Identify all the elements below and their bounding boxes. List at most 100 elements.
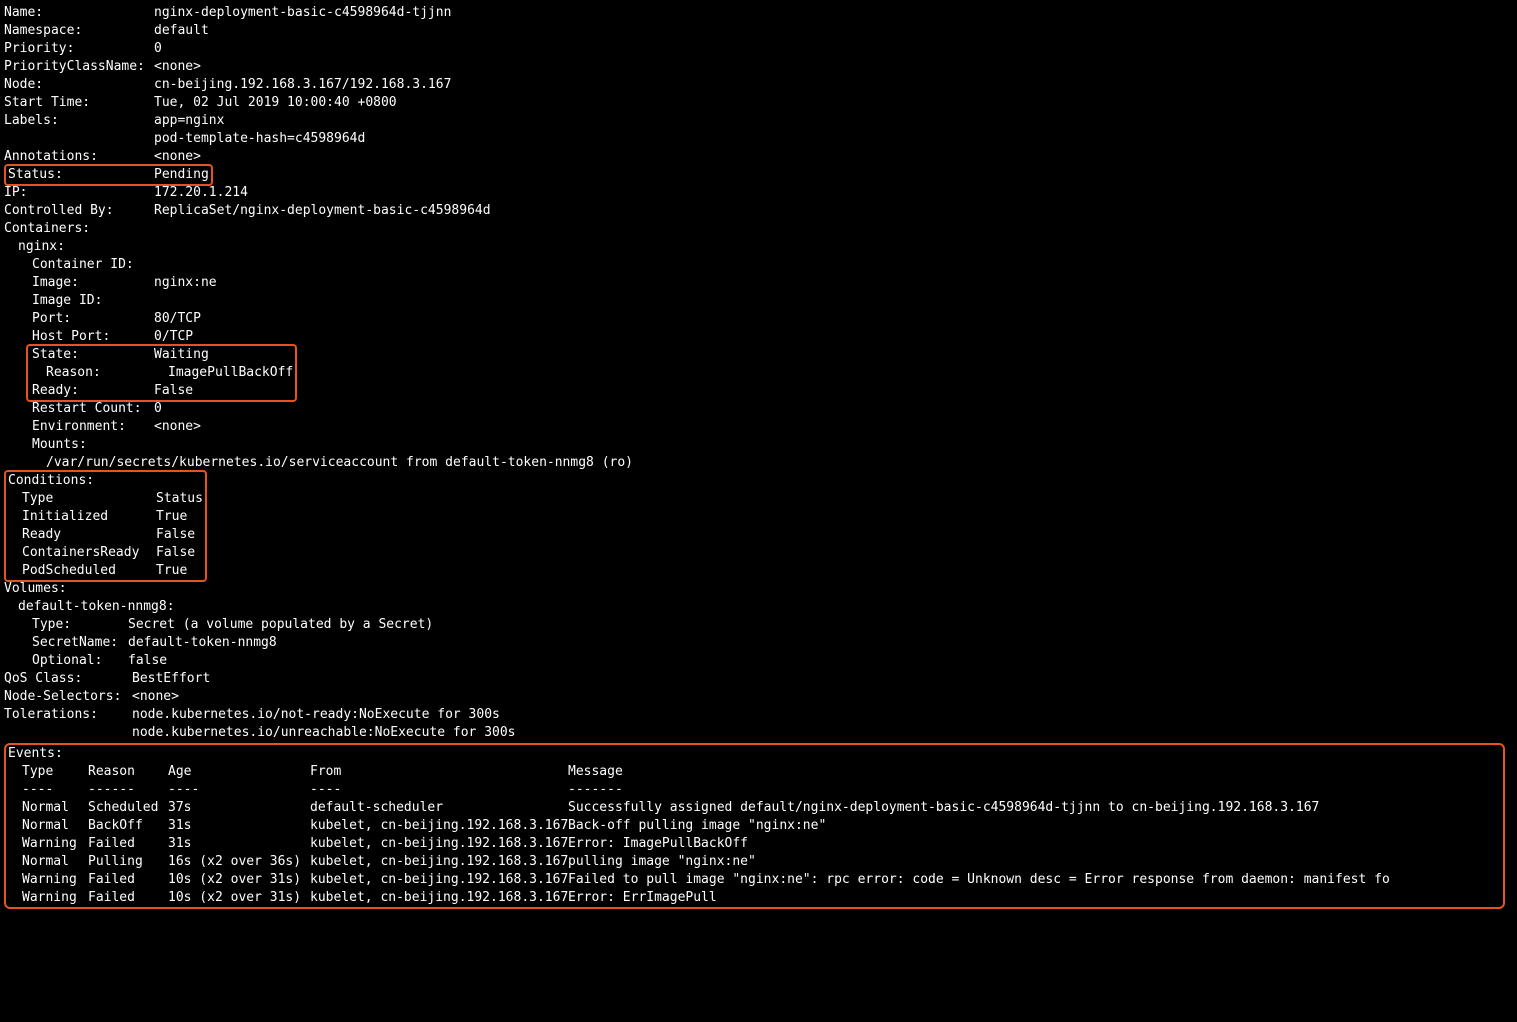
field-state: State:Waiting bbox=[30, 346, 293, 364]
field-labels: Labels:app=nginx bbox=[4, 112, 1513, 130]
volumes-header: Volumes: bbox=[4, 580, 1513, 598]
event-message: Error: ImagePullBackOff bbox=[568, 835, 748, 853]
field-node-selectors: Node-Selectors:<none> bbox=[4, 688, 1513, 706]
cond-type: Initialized bbox=[22, 508, 156, 526]
event-row: NormalBackOff31skubelet, cn-beijing.192.… bbox=[8, 817, 1501, 835]
dash: ------ bbox=[88, 781, 168, 799]
cond-type: ContainersReady bbox=[22, 544, 156, 562]
value: <none> bbox=[154, 58, 201, 76]
event-message: pulling image "nginx:ne" bbox=[568, 853, 756, 871]
field-priority: Priority:0 bbox=[4, 40, 1513, 58]
event-row: NormalPulling16s (x2 over 36s)kubelet, c… bbox=[8, 853, 1501, 871]
label: Controlled By: bbox=[4, 202, 154, 220]
event-reason: Failed bbox=[88, 871, 168, 889]
value: default-token-nnmg8 bbox=[128, 634, 277, 652]
event-type: Normal bbox=[22, 817, 88, 835]
label: Namespace: bbox=[4, 22, 154, 40]
col-type: Type bbox=[22, 763, 88, 781]
volume-optional: Optional:false bbox=[4, 652, 1513, 670]
value: BestEffort bbox=[132, 670, 210, 688]
label: Container ID: bbox=[32, 256, 154, 274]
label: Start Time: bbox=[4, 94, 154, 112]
event-reason: BackOff bbox=[88, 817, 168, 835]
volume-name: default-token-nnmg8: bbox=[4, 598, 1513, 616]
event-type: Normal bbox=[22, 799, 88, 817]
event-from: kubelet, cn-beijing.192.168.3.167 bbox=[310, 853, 568, 871]
highlight-status: Status:Pending bbox=[4, 164, 213, 186]
value: false bbox=[128, 652, 167, 670]
field-container-id: Container ID: bbox=[4, 256, 1513, 274]
field-restart-count: Restart Count:0 bbox=[4, 400, 1513, 418]
event-from: kubelet, cn-beijing.192.168.3.167 bbox=[310, 889, 568, 907]
event-from: kubelet, cn-beijing.192.168.3.167 bbox=[310, 871, 568, 889]
field-qos: QoS Class:BestEffort bbox=[4, 670, 1513, 688]
value: node.kubernetes.io/unreachable:NoExecute… bbox=[132, 724, 516, 742]
label: Image: bbox=[32, 274, 154, 292]
event-age: 31s bbox=[168, 817, 310, 835]
mount-path: /var/run/secrets/kubernetes.io/serviceac… bbox=[4, 454, 1513, 472]
field-annotations: Annotations:<none> bbox=[4, 148, 1513, 166]
value: <none> bbox=[154, 418, 201, 436]
label: State: bbox=[30, 346, 154, 364]
field-image: Image:nginx:ne bbox=[4, 274, 1513, 292]
event-row: WarningFailed10s (x2 over 31s)kubelet, c… bbox=[8, 871, 1501, 889]
value: node.kubernetes.io/not-ready:NoExecute f… bbox=[132, 706, 500, 724]
label: Environment: bbox=[32, 418, 154, 436]
col-from: From bbox=[310, 763, 568, 781]
field-controlled-by: Controlled By:ReplicaSet/nginx-deploymen… bbox=[4, 202, 1513, 220]
value: 172.20.1.214 bbox=[154, 184, 248, 202]
value: ReplicaSet/nginx-deployment-basic-c45989… bbox=[154, 202, 491, 220]
event-age: 37s bbox=[168, 799, 310, 817]
dash: ---- bbox=[168, 781, 310, 799]
event-message: Error: ErrImagePull bbox=[568, 889, 717, 907]
container-name: nginx: bbox=[4, 238, 1513, 256]
event-type: Warning bbox=[22, 835, 88, 853]
label bbox=[4, 724, 132, 742]
value: 80/TCP bbox=[154, 310, 201, 328]
highlight-state: State:Waiting Reason:ImagePullBackOff Re… bbox=[26, 344, 297, 402]
event-reason: Failed bbox=[88, 835, 168, 853]
field-ip: IP:172.20.1.214 bbox=[4, 184, 1513, 202]
event-from: kubelet, cn-beijing.192.168.3.167 bbox=[310, 835, 568, 853]
conditions-cols: TypeStatus bbox=[8, 490, 203, 508]
highlight-events: Events: Type Reason Age From Message ---… bbox=[4, 743, 1505, 909]
field-status: Status:Pending bbox=[8, 166, 209, 184]
col-status: Status bbox=[156, 490, 203, 508]
label: Image ID: bbox=[32, 292, 154, 310]
highlight-conditions: Conditions: TypeStatus InitializedTrue R… bbox=[4, 470, 207, 582]
cond-status: True bbox=[156, 508, 187, 526]
field-reason: Reason:ImagePullBackOff bbox=[30, 364, 293, 382]
label: Tolerations: bbox=[4, 706, 132, 724]
event-row: WarningFailed10s (x2 over 31s)kubelet, c… bbox=[8, 889, 1501, 907]
value: nginx:ne bbox=[154, 274, 217, 292]
field-start-time: Start Time:Tue, 02 Jul 2019 10:00:40 +08… bbox=[4, 94, 1513, 112]
value: Waiting bbox=[154, 346, 209, 364]
value: nginx-deployment-basic-c4598964d-tjjnn bbox=[154, 4, 451, 22]
events-dashes: ---- ------ ---- ---- ------- bbox=[8, 781, 1501, 799]
label: Reason: bbox=[30, 364, 168, 382]
condition-row: ContainersReadyFalse bbox=[8, 544, 203, 562]
value: <none> bbox=[132, 688, 179, 706]
event-from: kubelet, cn-beijing.192.168.3.167 bbox=[310, 817, 568, 835]
value: False bbox=[154, 382, 193, 400]
event-age: 31s bbox=[168, 835, 310, 853]
field-name: Name:nginx-deployment-basic-c4598964d-tj… bbox=[4, 4, 1513, 22]
label: Type: bbox=[32, 616, 128, 634]
label: SecretName: bbox=[32, 634, 128, 652]
event-type: Warning bbox=[22, 871, 88, 889]
field-namespace: Namespace:default bbox=[4, 22, 1513, 40]
value: 0 bbox=[154, 400, 162, 418]
cond-status: True bbox=[156, 562, 187, 580]
field-tolerations: Tolerations:node.kubernetes.io/not-ready… bbox=[4, 706, 1513, 724]
label: IP: bbox=[4, 184, 154, 202]
event-row: WarningFailed31skubelet, cn-beijing.192.… bbox=[8, 835, 1501, 853]
dash: ------- bbox=[568, 781, 623, 799]
label: QoS Class: bbox=[4, 670, 132, 688]
event-message: Back-off pulling image "nginx:ne" bbox=[568, 817, 826, 835]
cond-type: PodScheduled bbox=[22, 562, 156, 580]
event-row: NormalScheduled37sdefault-schedulerSucce… bbox=[8, 799, 1501, 817]
label: Ready: bbox=[30, 382, 154, 400]
event-reason: Pulling bbox=[88, 853, 168, 871]
field-priorityclassname: PriorityClassName:<none> bbox=[4, 58, 1513, 76]
condition-row: PodScheduledTrue bbox=[8, 562, 203, 580]
